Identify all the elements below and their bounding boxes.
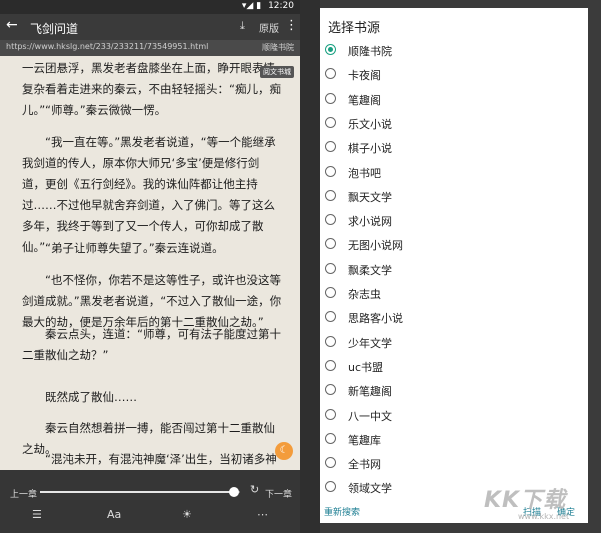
- source-option-label: 八一中文: [348, 409, 392, 423]
- font-size-icon[interactable]: Aa: [107, 508, 121, 521]
- source-option-label: 棋子小说: [348, 142, 392, 156]
- more-vert-icon[interactable]: ⋮: [285, 18, 298, 33]
- source-option-label: 少年文学: [348, 336, 392, 350]
- back-arrow-icon[interactable]: ←: [6, 17, 18, 33]
- radio-unchecked-icon[interactable]: [325, 408, 336, 420]
- book-title: 飞剑问道: [30, 22, 79, 36]
- slider-fill: [40, 491, 234, 493]
- signal-icon: ▾◢: [241, 1, 254, 11]
- source-option-label: 领域文学: [348, 482, 392, 496]
- download-icon[interactable]: ⤓: [240, 19, 245, 33]
- source-option-label: uc书盟: [348, 360, 384, 374]
- source-option-label: 乐文小说: [348, 117, 392, 131]
- source-option[interactable]: 思路客小说: [320, 305, 580, 329]
- chapter-progress-slider[interactable]: [40, 487, 240, 497]
- source-option-label: 全书网: [348, 458, 381, 472]
- radio-unchecked-icon[interactable]: [325, 68, 336, 80]
- prev-chapter-button[interactable]: 上一章: [10, 487, 37, 500]
- source-option[interactable]: 新笔趣阁: [320, 378, 580, 402]
- source-option[interactable]: 少年文学: [320, 330, 580, 354]
- source-option-label: 飘柔文学: [348, 263, 392, 277]
- chapter-url[interactable]: https://www.hkslg.net/233/233211/7354995…: [6, 42, 208, 51]
- reader-toolbar: ← 飞剑问道 ⤓ 原版 ⋮: [0, 14, 300, 40]
- source-option[interactable]: uc书盟: [320, 354, 580, 378]
- read-source-tag[interactable]: 阅文书城: [260, 66, 294, 78]
- source-picker-screen: 选择书源 顺隆书院卡夜阁笔趣阁乐文小说棋子小说泡书吧飘天文学求小说网无图小说网飘…: [320, 0, 601, 533]
- slider-thumb[interactable]: [229, 487, 239, 497]
- source-option-label: 顺隆书院: [348, 45, 392, 58]
- radio-unchecked-icon[interactable]: [325, 262, 336, 274]
- source-option[interactable]: 笔趣库: [320, 427, 580, 451]
- source-option-label: 笔趣阁: [348, 93, 381, 107]
- source-option[interactable]: 无图小说网: [320, 232, 580, 256]
- source-option-label: 思路客小说: [348, 312, 403, 326]
- source-option-label: 无图小说网: [348, 239, 403, 253]
- paragraph: 秦云点头，连道：“师尊，可有法子能度过第十二重散仙之劫？”: [22, 327, 281, 362]
- paragraph: “混沌未开，有混沌神魔‘泽’出生，当初诸多神魔各自: [45, 452, 277, 466]
- reader-content[interactable]: 一云团悬浮，黑发老者盘膝坐在上面，睁开眼表情复杂看着走进来的秦云，不由轻轻摇头：…: [0, 56, 300, 470]
- brightness-icon[interactable]: ☀: [182, 508, 192, 521]
- source-option[interactable]: 八一中文: [320, 403, 580, 427]
- source-option[interactable]: 卡夜阁: [320, 62, 580, 86]
- source-option-label: 新笔趣阁: [348, 385, 392, 399]
- source-option[interactable]: 乐文小说: [320, 111, 580, 135]
- more-horiz-icon[interactable]: ⋯: [257, 508, 268, 521]
- status-bar: ▾◢ ▮ 12:20: [0, 0, 300, 14]
- radio-unchecked-icon[interactable]: [325, 116, 336, 128]
- paragraph: 既然成了散仙……: [45, 390, 137, 404]
- night-mode-icon[interactable]: ☾: [275, 442, 293, 460]
- watermark-text: KK下载: [484, 488, 567, 513]
- source-option[interactable]: 飘柔文学: [320, 257, 580, 281]
- battery-icon: ▮: [256, 1, 262, 11]
- source-option-label: 求小说网: [348, 215, 392, 229]
- watermark: KK下载 www.kkx.net: [480, 470, 600, 530]
- watermark-url: www.kkx.net: [518, 512, 570, 521]
- radio-unchecked-icon[interactable]: [325, 432, 336, 444]
- reader-bottom-bar: 上一章 ↻ 下一章 ☰ Aa ☀ ⋯: [0, 470, 300, 533]
- status-time: 12:20: [268, 1, 294, 11]
- paragraph: “弟子让师尊失望了。”秦云连说道。: [45, 241, 224, 255]
- radio-unchecked-icon[interactable]: [325, 165, 336, 177]
- radio-unchecked-icon[interactable]: [325, 335, 336, 347]
- radio-unchecked-icon[interactable]: [325, 311, 336, 323]
- source-option[interactable]: 求小说网: [320, 208, 580, 232]
- source-option-label: 泡书吧: [348, 166, 381, 180]
- source-option[interactable]: 泡书吧: [320, 160, 580, 184]
- refresh-icon[interactable]: ↻: [250, 483, 259, 496]
- research-button[interactable]: 重新搜索: [324, 505, 360, 518]
- radio-unchecked-icon[interactable]: [325, 287, 336, 298]
- radio-checked-icon[interactable]: [325, 44, 336, 55]
- reader-screen: ▾◢ ▮ 12:20 ← 飞剑问道 ⤓ 原版 ⋮ https://www.hks…: [0, 0, 300, 533]
- source-option[interactable]: 笔趣阁: [320, 87, 580, 111]
- source-option-label: 卡夜阁: [348, 69, 381, 83]
- next-chapter-button[interactable]: 下一章: [265, 487, 292, 500]
- radio-unchecked-icon[interactable]: [325, 384, 336, 396]
- source-option-label: 笔趣库: [348, 433, 381, 447]
- reader-menu-row: ☰ Aa ☀ ⋯: [0, 508, 300, 528]
- radio-unchecked-icon[interactable]: [325, 238, 336, 250]
- screenshot-divider: [300, 0, 320, 533]
- radio-unchecked-icon[interactable]: [325, 214, 336, 226]
- source-button[interactable]: 原版: [259, 20, 279, 35]
- source-option-label: 杂志虫: [348, 288, 381, 301]
- radio-unchecked-icon[interactable]: [325, 457, 336, 469]
- radio-unchecked-icon[interactable]: [325, 359, 336, 371]
- radio-unchecked-icon[interactable]: [325, 189, 336, 201]
- source-dialog: 选择书源 顺隆书院卡夜阁笔趣阁乐文小说棋子小说泡书吧飘天文学求小说网无图小说网飘…: [320, 8, 588, 523]
- radio-unchecked-icon[interactable]: [325, 481, 336, 493]
- source-option[interactable]: 顺隆书院: [320, 38, 580, 62]
- paragraph: “师尊。”秦云微微一愣。: [45, 103, 167, 117]
- url-bar: https://www.hkslg.net/233/233211/7354995…: [0, 40, 300, 56]
- dialog-title: 选择书源: [328, 21, 381, 36]
- radio-unchecked-icon[interactable]: [325, 141, 336, 153]
- list-icon[interactable]: ☰: [32, 508, 42, 521]
- source-option-label: 飘天文学: [348, 190, 392, 204]
- source-option[interactable]: 杂志虫: [320, 281, 580, 305]
- radio-unchecked-icon[interactable]: [325, 92, 336, 104]
- source-option[interactable]: 飘天文学: [320, 184, 580, 208]
- source-site-name: 顺隆书院: [262, 43, 294, 52]
- source-option[interactable]: 棋子小说: [320, 135, 580, 159]
